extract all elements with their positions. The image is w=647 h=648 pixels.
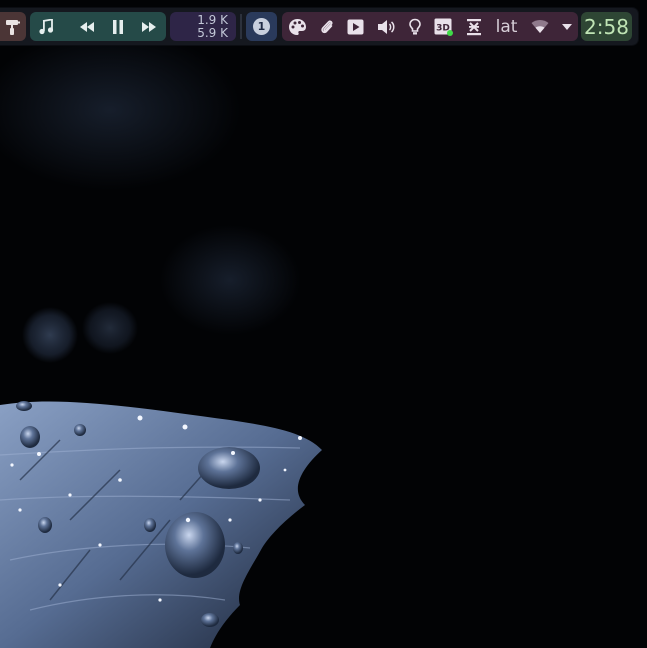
keyboard-layout-icon[interactable] [466,18,482,36]
lightbulb-icon[interactable] [409,18,421,36]
pause-icon[interactable] [112,19,124,34]
play-box-icon[interactable] [347,19,364,35]
network-speed-module: 1.9 K 5.9 K [170,12,236,41]
upload-speed: 1.9 K [197,12,228,27]
workspace-indicator[interactable]: 1 [253,18,270,35]
media-player-module [30,12,166,41]
volume-icon[interactable] [377,19,396,35]
rewind-icon[interactable] [80,21,94,32]
desktop-wallpaper [0,0,647,648]
keyboard-layout-label[interactable]: lat [496,17,518,37]
music-note-icon[interactable] [38,18,54,35]
paint-roller-icon [6,19,20,35]
system-tray: 3D lat [282,12,578,41]
paperclip-icon[interactable] [320,18,334,36]
palette-icon[interactable] [288,18,307,36]
clock-module[interactable]: 2:58 [581,12,632,41]
status-bar: 1.9 K 5.9 K 1 3D lat 2:58 [0,8,638,45]
3d-icon[interactable]: 3D [434,18,454,36]
clock-time: 2:58 [584,14,629,39]
workspace-module[interactable]: 1 [246,12,277,41]
dropdown-icon[interactable] [561,23,572,30]
fast-forward-icon[interactable] [142,21,156,32]
wifi-icon[interactable] [531,19,549,34]
bar-separator [240,14,242,39]
download-speed: 5.9 K [197,25,228,40]
paint-module[interactable] [0,12,26,41]
